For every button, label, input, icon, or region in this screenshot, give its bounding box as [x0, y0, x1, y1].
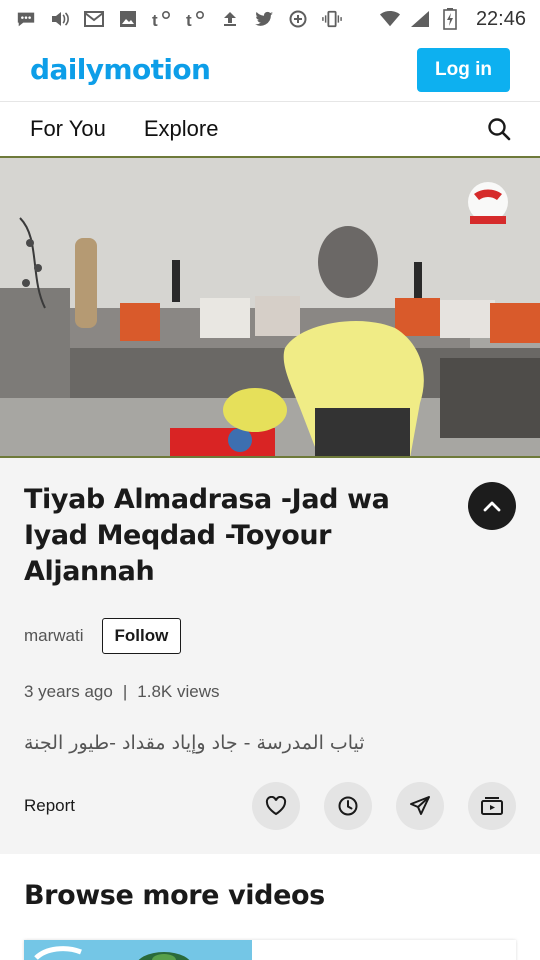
browse-title: Browse more videos — [24, 880, 325, 911]
t-notify-icon: t — [186, 10, 206, 28]
twitter-icon — [254, 10, 274, 28]
signal-icon — [410, 10, 430, 28]
tab-for-you[interactable]: For You — [30, 116, 106, 142]
video-description: ثياب المدرسة - جاد وإياد مقداد -طيور الج… — [24, 732, 365, 754]
vibrate-icon — [322, 10, 342, 28]
channel-name[interactable]: marwati — [24, 626, 84, 646]
t-notify-icon: t — [152, 10, 172, 28]
action-row: Report — [24, 782, 516, 830]
nav-bar: For You Explore — [0, 102, 540, 156]
message-icon — [16, 10, 36, 28]
meta-separator: | — [122, 682, 128, 701]
login-button[interactable]: Log in — [417, 47, 510, 92]
video-meta: 3 years ago | 1.8K views — [24, 682, 516, 702]
channel-row: marwati Follow — [24, 618, 516, 654]
video-player[interactable] — [0, 156, 540, 458]
status-system: 22:46 — [379, 7, 526, 31]
share-button[interactable] — [396, 782, 444, 830]
image-icon — [118, 10, 138, 28]
status-notifications: t t — [16, 10, 380, 28]
heart-icon — [265, 796, 287, 816]
video-frame — [0, 158, 540, 456]
clock-icon — [338, 796, 358, 816]
status-bar: t t 22:46 — [0, 0, 540, 38]
gmail-icon — [84, 10, 104, 28]
view-count: 1.8K views — [137, 682, 220, 701]
upload-icon — [220, 10, 240, 28]
video-info: Tiyab Almadrasa -Jad wa Iyad Meqdad -Toy… — [0, 458, 540, 854]
like-button[interactable] — [252, 782, 300, 830]
dailymotion-logo[interactable]: dailymotion — [30, 53, 211, 86]
chevron-up-icon — [483, 501, 501, 512]
svg-text:t: t — [186, 11, 192, 28]
collapse-button[interactable] — [468, 482, 516, 530]
playlist-icon — [481, 797, 503, 815]
tab-explore[interactable]: Explore — [144, 116, 219, 142]
add-to-playlist-button[interactable] — [468, 782, 516, 830]
top-header: dailymotion Log in — [0, 38, 540, 102]
svg-text:t: t — [152, 11, 158, 28]
watch-later-button[interactable] — [324, 782, 372, 830]
data-saver-icon — [288, 10, 308, 28]
volume-icon — [50, 10, 70, 28]
report-link[interactable]: Report — [24, 796, 228, 816]
search-icon[interactable] — [486, 116, 512, 142]
follow-button[interactable]: Follow — [101, 618, 182, 654]
battery-icon — [440, 8, 460, 30]
video-card[interactable] — [24, 940, 516, 960]
wifi-icon — [379, 10, 400, 28]
send-icon — [410, 796, 430, 815]
status-time: 22:46 — [475, 7, 526, 30]
video-title: Tiyab Almadrasa -Jad wa Iyad Meqdad -Toy… — [24, 484, 390, 587]
browse-section: Browse more videos — [0, 854, 540, 960]
video-thumbnail[interactable] — [24, 940, 252, 960]
upload-age: 3 years ago — [24, 682, 113, 701]
